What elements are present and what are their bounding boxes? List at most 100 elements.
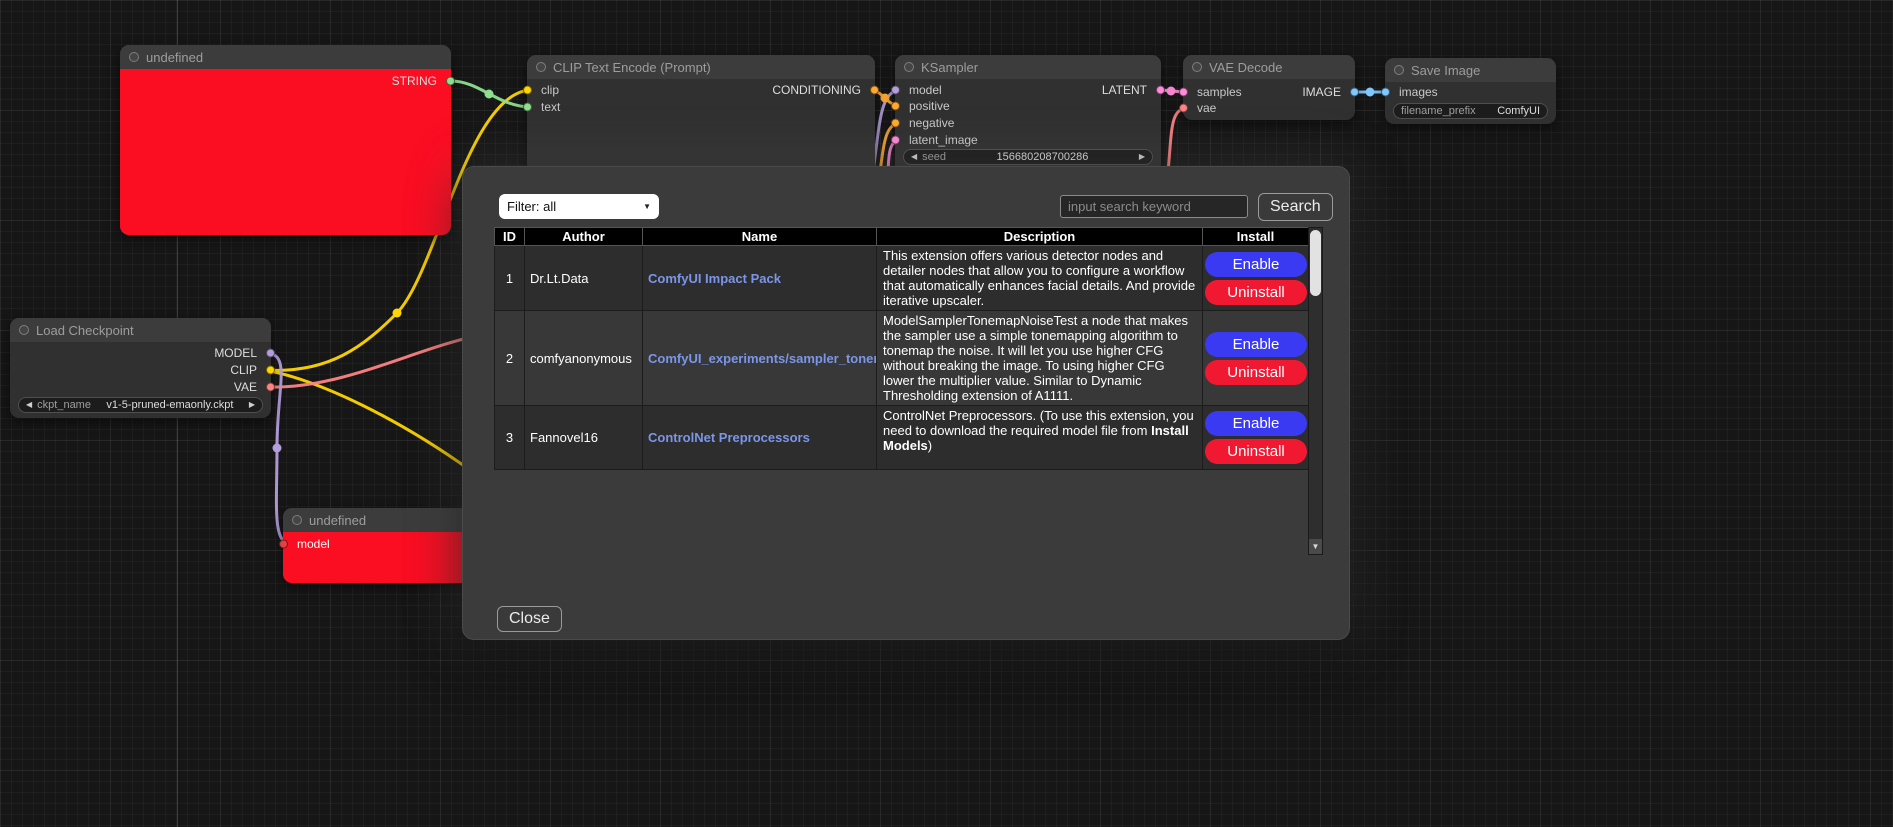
next-arrow-icon[interactable]: ▶ bbox=[249, 401, 255, 409]
node-undefined-string[interactable]: undefined STRING bbox=[120, 45, 451, 235]
table-scrollbar[interactable]: ▼ bbox=[1308, 227, 1323, 555]
node-title: Load Checkpoint bbox=[36, 323, 134, 338]
input-label: model bbox=[297, 537, 330, 551]
link-dot bbox=[1366, 88, 1375, 97]
scroll-down-icon: ▼ bbox=[1312, 542, 1320, 551]
output-label: MODEL bbox=[214, 346, 257, 360]
node-title-bar[interactable]: CLIP Text Encode (Prompt) bbox=[527, 55, 875, 79]
node-save-image[interactable]: Save Image images filename_prefix ComfyU… bbox=[1385, 58, 1556, 124]
node-title-bar[interactable]: Load Checkpoint bbox=[10, 318, 271, 342]
node-collapse-dot[interactable] bbox=[904, 62, 914, 72]
enable-button[interactable]: Enable bbox=[1205, 332, 1307, 357]
model-output-slot-dot[interactable] bbox=[266, 349, 275, 358]
positive-input-slot-dot[interactable] bbox=[891, 102, 900, 111]
node-collapse-dot[interactable] bbox=[1192, 62, 1202, 72]
header-id: ID bbox=[495, 228, 525, 246]
close-button[interactable]: Close bbox=[497, 606, 562, 632]
images-input-slot-dot[interactable] bbox=[1381, 88, 1390, 97]
node-clip-text-encode[interactable]: CLIP Text Encode (Prompt) clip text COND… bbox=[527, 55, 875, 175]
output-label: STRING bbox=[392, 74, 437, 88]
node-collapse-dot[interactable] bbox=[1394, 65, 1404, 75]
link-dot bbox=[1167, 87, 1176, 96]
prev-arrow-icon[interactable]: ◀ bbox=[26, 401, 32, 409]
table-header-row: ID Author Name Description Install bbox=[495, 228, 1309, 246]
filename-prefix-widget[interactable]: filename_prefix ComfyUI bbox=[1393, 103, 1548, 119]
output-label: VAE bbox=[234, 380, 257, 394]
node-title: undefined bbox=[146, 50, 203, 65]
extensions-table: ID Author Name Description Install 1 Dr.… bbox=[494, 227, 1308, 470]
scroll-down-button[interactable]: ▼ bbox=[1309, 539, 1322, 554]
extension-id: 3 bbox=[495, 406, 525, 470]
extension-link[interactable]: ControlNet Preprocessors bbox=[648, 430, 810, 445]
extension-author: Dr.Lt.Data bbox=[525, 246, 643, 311]
header-author: Author bbox=[525, 228, 643, 246]
model-input-slot-dot[interactable] bbox=[279, 540, 288, 549]
widget-value: 156680208700286 bbox=[997, 151, 1089, 163]
node-collapse-dot[interactable] bbox=[129, 52, 139, 62]
node-ksampler[interactable]: KSampler model positive negative latent_… bbox=[895, 55, 1161, 175]
custom-nodes-manager-dialog: Filter: all ▼ Search ID Author Name Desc… bbox=[462, 166, 1350, 640]
node-vae-decode[interactable]: VAE Decode samples vae IMAGE bbox=[1183, 55, 1355, 120]
input-label: vae bbox=[1197, 101, 1216, 115]
input-label: positive bbox=[909, 99, 950, 113]
output-label: LATENT bbox=[1102, 83, 1147, 97]
input-label: text bbox=[541, 100, 560, 114]
extension-id: 2 bbox=[495, 311, 525, 406]
extension-row: 3 Fannovel16 ControlNet Preprocessors Co… bbox=[495, 406, 1309, 470]
image-output-slot-dot[interactable] bbox=[1350, 88, 1359, 97]
scrollbar-thumb[interactable] bbox=[1310, 230, 1321, 296]
widget-value: ComfyUI bbox=[1497, 105, 1540, 117]
node-collapse-dot[interactable] bbox=[292, 515, 302, 525]
text-input-slot-dot[interactable] bbox=[523, 103, 532, 112]
extension-link[interactable]: ComfyUI_experiments/sampler_tonemap bbox=[648, 351, 877, 366]
node-collapse-dot[interactable] bbox=[536, 62, 546, 72]
node-title: VAE Decode bbox=[1209, 60, 1282, 75]
vae-input-slot-dot[interactable] bbox=[1179, 104, 1188, 113]
extension-description: ControlNet Preprocessors. (To use this e… bbox=[877, 406, 1203, 470]
node-load-checkpoint[interactable]: Load Checkpoint MODEL CLIP VAE ◀ ckpt_na… bbox=[10, 318, 271, 418]
input-label: images bbox=[1399, 85, 1438, 99]
node-title-bar[interactable]: undefined bbox=[120, 45, 451, 69]
widget-label: seed bbox=[922, 151, 946, 163]
node-title-bar[interactable]: VAE Decode bbox=[1183, 55, 1355, 79]
node-title-bar[interactable]: KSampler bbox=[895, 55, 1161, 79]
node-title: CLIP Text Encode (Prompt) bbox=[553, 60, 711, 75]
clip-output-slot-dot[interactable] bbox=[266, 366, 275, 375]
seed-widget[interactable]: ◀ seed 156680208700286 ▶ bbox=[903, 149, 1153, 165]
ckpt-name-widget[interactable]: ◀ ckpt_name v1-5-pruned-emaonly.ckpt ▶ bbox=[18, 397, 263, 413]
node-collapse-dot[interactable] bbox=[19, 325, 29, 335]
header-description: Description bbox=[877, 228, 1203, 246]
enable-button[interactable]: Enable bbox=[1205, 252, 1307, 277]
search-button[interactable]: Search bbox=[1258, 193, 1333, 221]
decrement-arrow-icon[interactable]: ◀ bbox=[911, 153, 917, 161]
output-label: CONDITIONING bbox=[772, 83, 861, 97]
header-install: Install bbox=[1203, 228, 1309, 246]
link-dot bbox=[273, 444, 282, 453]
increment-arrow-icon[interactable]: ▶ bbox=[1139, 153, 1145, 161]
select-caret-icon: ▼ bbox=[643, 202, 651, 211]
conditioning-output-slot-dot[interactable] bbox=[870, 86, 879, 95]
latent-image-input-slot-dot[interactable] bbox=[891, 136, 900, 145]
latent-output-slot-dot[interactable] bbox=[1156, 86, 1165, 95]
string-output-slot-dot[interactable] bbox=[446, 77, 455, 86]
enable-button[interactable]: Enable bbox=[1205, 411, 1307, 436]
extension-row: 1 Dr.Lt.Data ComfyUI Impact Pack This ex… bbox=[495, 246, 1309, 311]
filter-select[interactable]: Filter: all ▼ bbox=[499, 194, 659, 219]
link-dot bbox=[485, 90, 494, 99]
node-title: undefined bbox=[309, 513, 366, 528]
node-title: Save Image bbox=[1411, 63, 1480, 78]
uninstall-button[interactable]: Uninstall bbox=[1205, 439, 1307, 464]
uninstall-button[interactable]: Uninstall bbox=[1205, 280, 1307, 305]
extension-author: Fannovel16 bbox=[525, 406, 643, 470]
node-title-bar[interactable]: Save Image bbox=[1385, 58, 1556, 82]
extension-link[interactable]: ComfyUI Impact Pack bbox=[648, 271, 781, 286]
widget-label: ckpt_name bbox=[37, 399, 91, 411]
negative-input-slot-dot[interactable] bbox=[891, 119, 900, 128]
input-label: negative bbox=[909, 116, 954, 130]
uninstall-button[interactable]: Uninstall bbox=[1205, 360, 1307, 385]
vae-output-slot-dot[interactable] bbox=[266, 383, 275, 392]
link-dot bbox=[393, 309, 402, 318]
header-name: Name bbox=[643, 228, 877, 246]
search-input[interactable] bbox=[1060, 195, 1248, 218]
extension-description: This extension offers various detector n… bbox=[877, 246, 1203, 311]
